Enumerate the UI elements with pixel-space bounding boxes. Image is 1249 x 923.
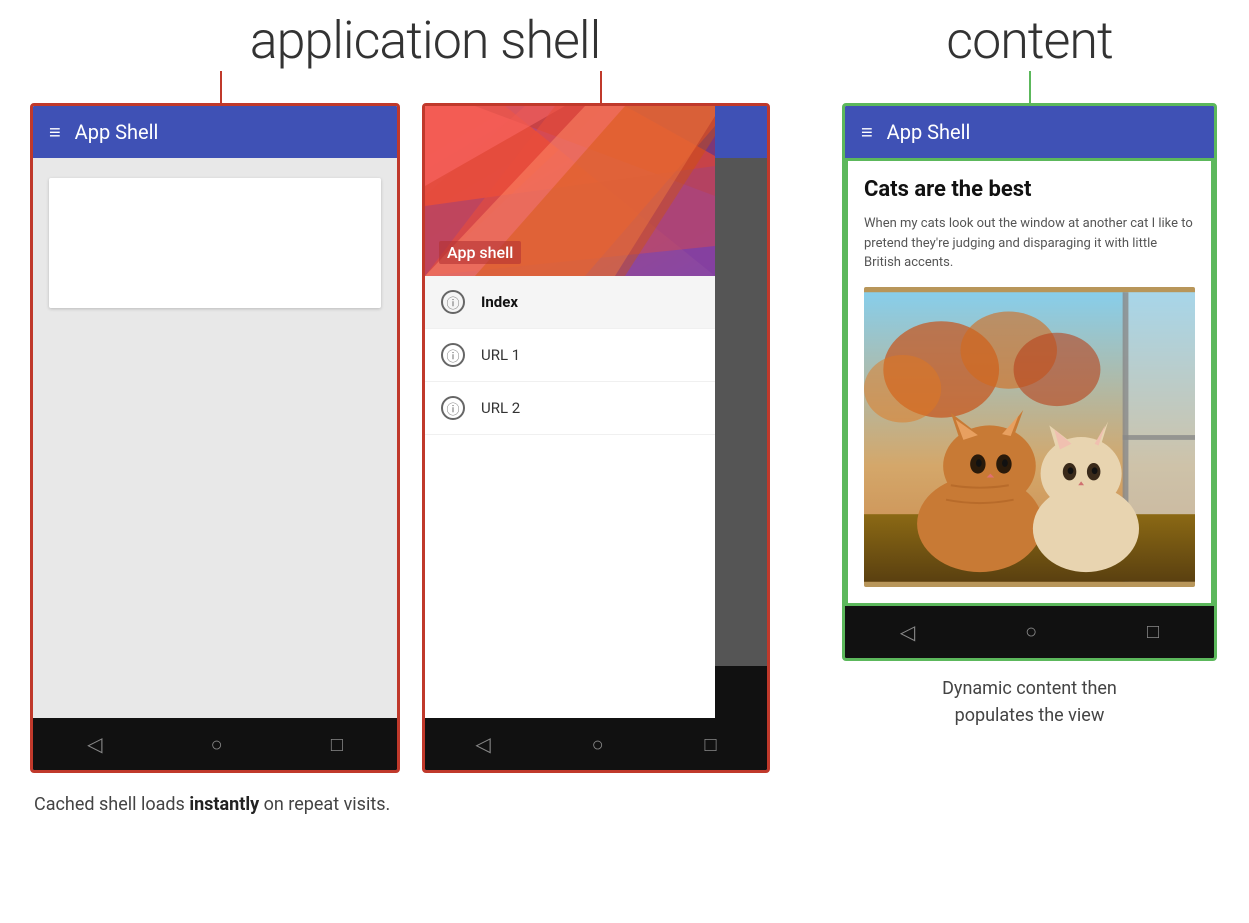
phone3-recent-icon[interactable]: □ [1147, 619, 1159, 644]
drawer-item-url1-icon: ⓘ [441, 343, 465, 367]
connector-line-right [600, 71, 602, 103]
phone1-bottom-nav: ◁ ○ □ [33, 718, 397, 770]
phone2-dark-side [715, 106, 767, 718]
drawer-item-url1-label: URL 1 [481, 346, 520, 364]
drawer-header: App shell [425, 106, 715, 276]
caption-right-line1: Dynamic content then [942, 678, 1117, 699]
phone2-mockup: App shell ⓘ Index ⓘ URL 1 [422, 103, 770, 773]
drawer-item-url2-icon: ⓘ [441, 396, 465, 420]
drawer-item-index[interactable]: ⓘ Index [425, 276, 715, 329]
content-label: content [946, 10, 1113, 71]
drawer-item-url2[interactable]: ⓘ URL 2 [425, 382, 715, 435]
caption-right-line2: populates the view [955, 705, 1105, 726]
content-label-area: content [830, 10, 1229, 71]
phone2-wrapper: App shell ⓘ Index ⓘ URL 1 [422, 103, 770, 773]
phone3-home-icon[interactable]: ○ [1025, 619, 1037, 644]
drawer-item-index-icon: ⓘ [441, 290, 465, 314]
app-shell-label-area: application shell [30, 10, 820, 71]
two-phones-container: ≡ App Shell ◁ ○ □ [30, 103, 770, 773]
caption-left-part1: Cached shell loads [34, 794, 189, 815]
phone3-menu-icon: ≡ [861, 122, 873, 142]
phone1-title: App Shell [75, 120, 159, 144]
caption-left-part2: on repeat visits. [259, 794, 390, 815]
phone2-nav-dark [715, 666, 767, 718]
phone3-title: App Shell [887, 120, 971, 144]
caption-left-bold: instantly [189, 794, 259, 815]
cats-image-svg [864, 287, 1195, 587]
application-shell-label: application shell [250, 10, 601, 71]
drawer-item-index-label: Index [481, 293, 518, 311]
phone3-back-icon[interactable]: ◁ [900, 620, 915, 644]
phone3-content-area: Cats are the best When my cats look out … [845, 158, 1214, 606]
cats-image [864, 287, 1195, 587]
phone3-content-title: Cats are the best [864, 177, 1195, 202]
phone3-app-bar: ≡ App Shell [845, 106, 1214, 158]
drawer-app-label: App shell [439, 241, 521, 264]
phone1-menu-icon: ≡ [49, 122, 61, 142]
phone2-recent-icon[interactable]: □ [704, 732, 716, 757]
phone2-home-icon[interactable]: ○ [592, 732, 604, 757]
phone3-content-body: When my cats look out the window at anot… [864, 214, 1195, 273]
drawer-item-url2-label: URL 2 [481, 399, 520, 417]
phone1-home-icon[interactable]: ○ [211, 732, 223, 757]
phone2-bottom-nav: ◁ ○ □ [425, 718, 767, 770]
connector-line-left [220, 71, 222, 103]
drawer-panel: App shell ⓘ Index ⓘ URL 1 [425, 106, 715, 718]
phone3-mockup: ≡ App Shell Cats are the best When my ca… [842, 103, 1217, 661]
phone3-bottom-nav: ◁ ○ □ [845, 606, 1214, 658]
caption-right: Dynamic content then populates the view [942, 675, 1117, 729]
phone1-white-card [49, 178, 381, 308]
phone1-back-icon[interactable]: ◁ [87, 732, 102, 756]
drawer-item-url1[interactable]: ⓘ URL 1 [425, 329, 715, 382]
phone1-mockup: ≡ App Shell ◁ ○ □ [30, 103, 400, 773]
caption-left: Cached shell loads instantly on repeat v… [30, 791, 390, 818]
green-connector-line [1029, 71, 1031, 103]
connector-lines-row [30, 71, 820, 103]
phone3-content-box: Cats are the best When my cats look out … [848, 161, 1211, 603]
phone1-recent-icon[interactable]: □ [331, 732, 343, 757]
page-layout: application shell ≡ App Shell ◁ ○ [0, 0, 1249, 923]
phone1-app-bar: ≡ App Shell [33, 106, 397, 158]
phone1-body [33, 158, 397, 718]
phone2-drawer-inner: App shell ⓘ Index ⓘ URL 1 [425, 106, 767, 718]
right-column: content ≡ App Shell Cats are the best Wh… [820, 10, 1229, 913]
phone2-back-icon[interactable]: ◁ [475, 732, 490, 756]
phone2-app-bar-dark [715, 106, 767, 158]
left-column: application shell ≡ App Shell ◁ ○ [30, 10, 820, 913]
phone2-body-dark [715, 158, 767, 666]
